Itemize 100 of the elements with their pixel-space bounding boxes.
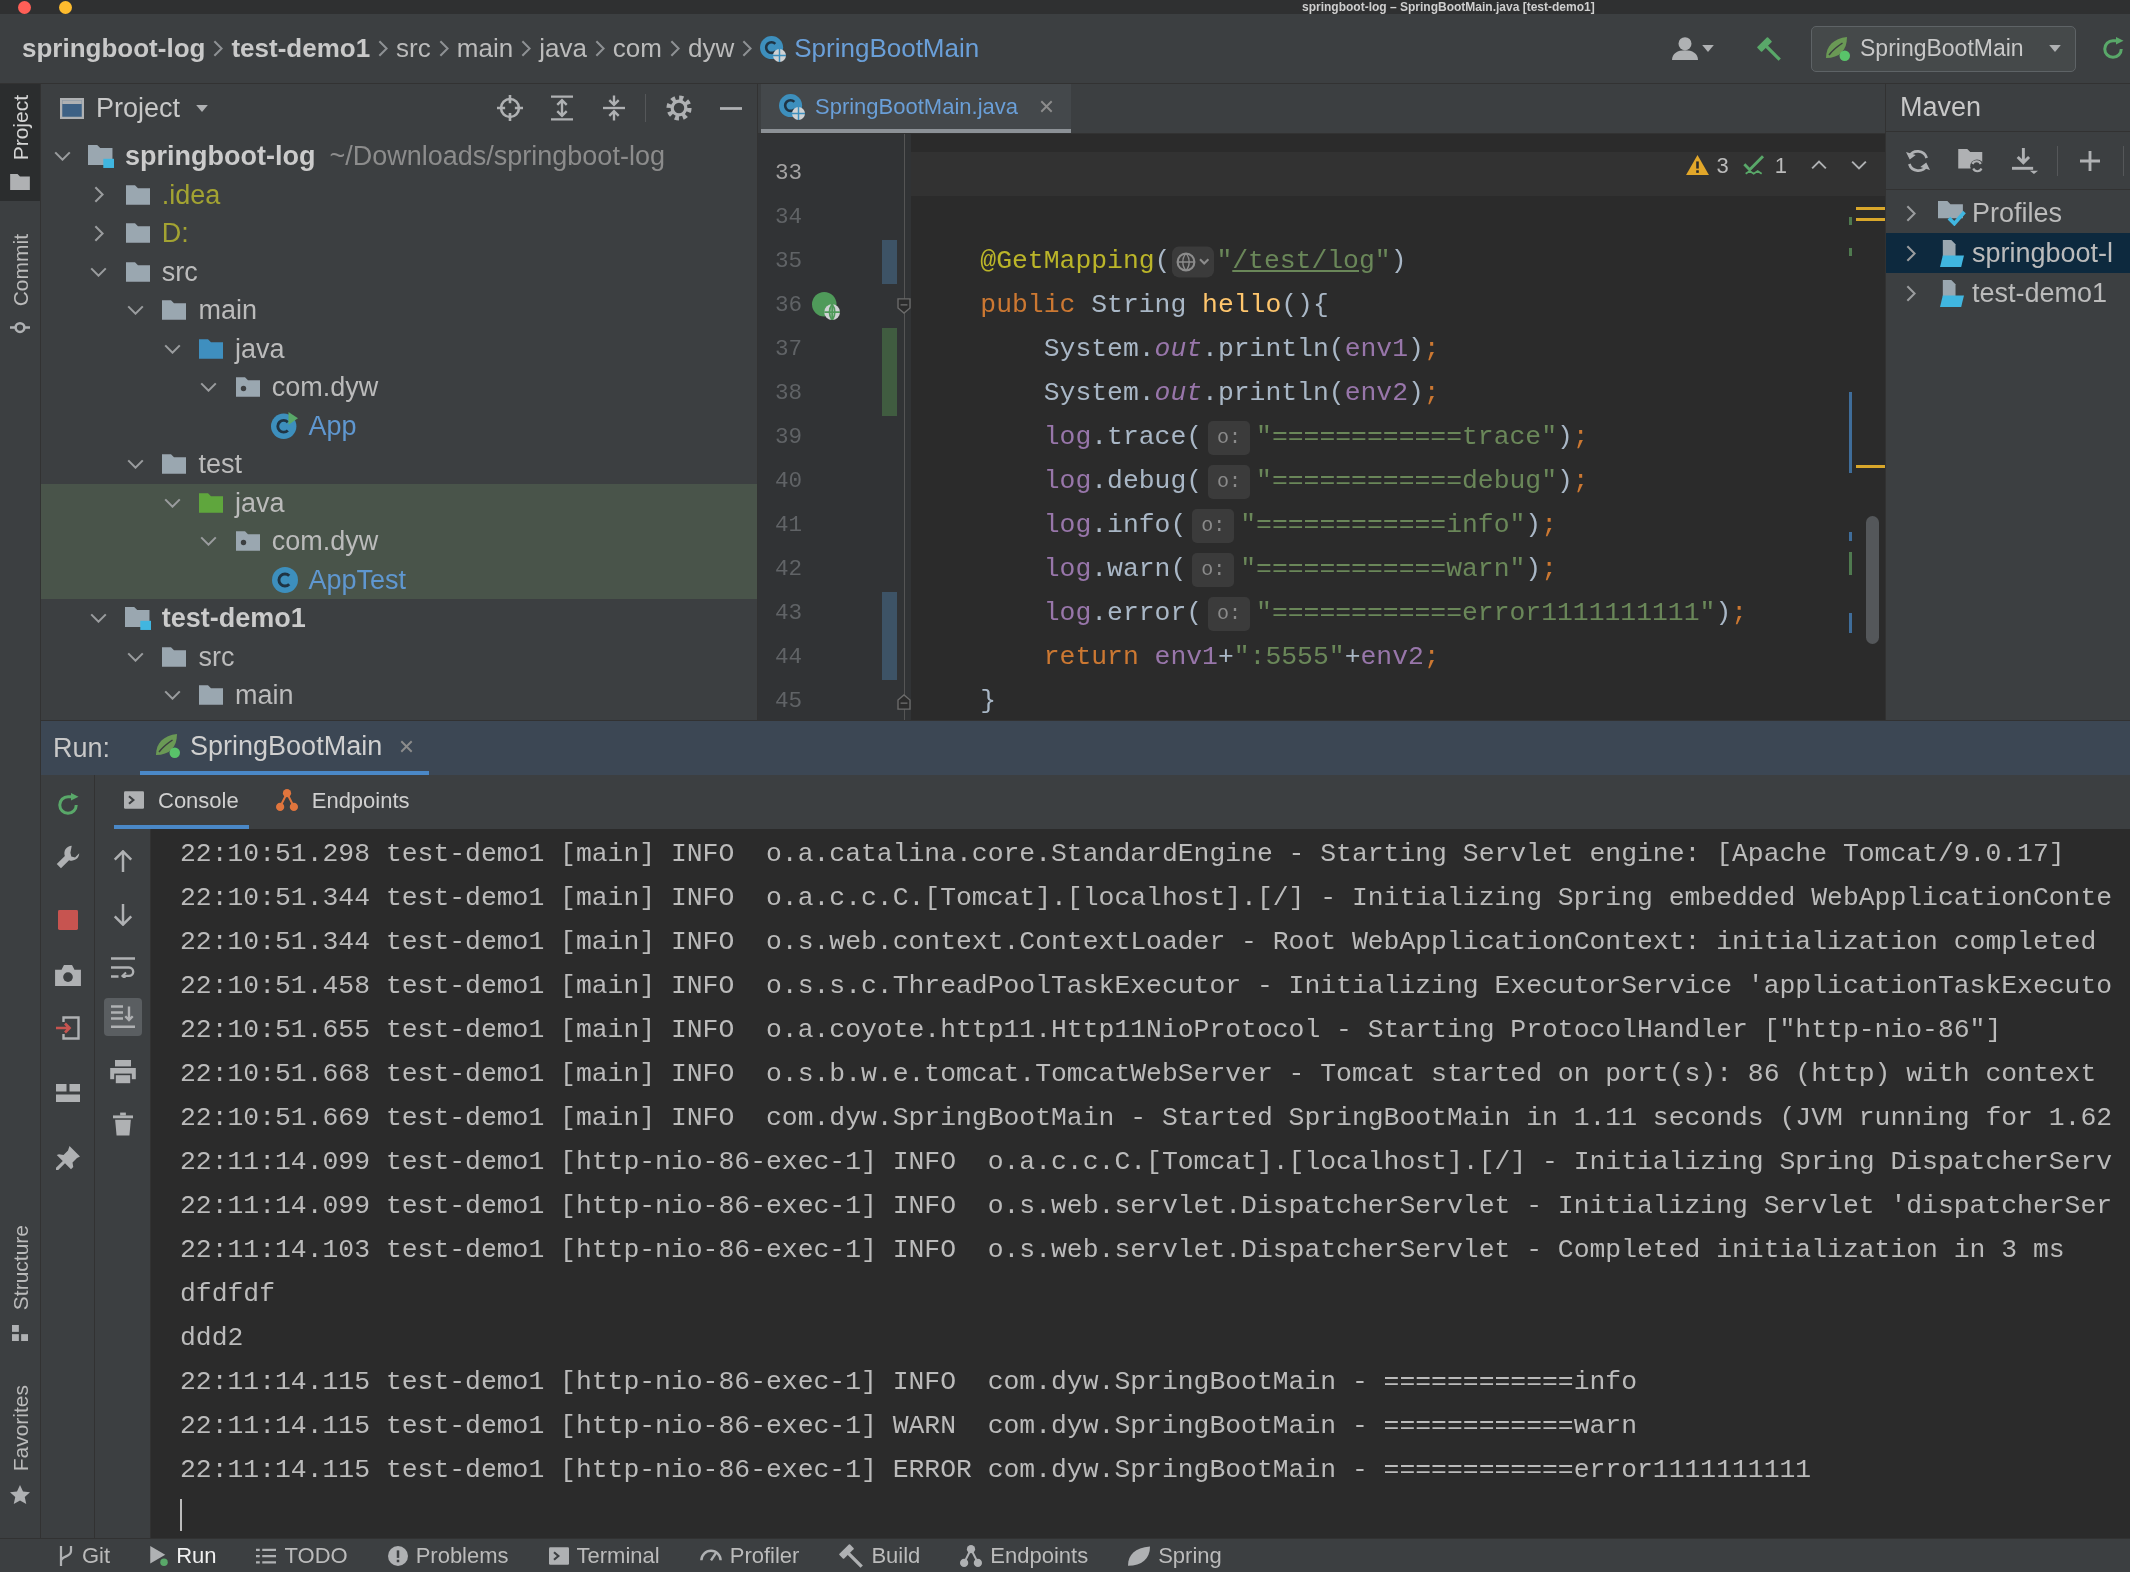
console-line: 22:10:51.344 test-demo1 [main] INFO o.s.web.context.ContextLoader - Root WebApplicationContext: initialization completed — [180, 926, 2097, 960]
tool-window-button[interactable]: Problems — [387, 1539, 509, 1572]
globe-dropdown-icon[interactable] — [1172, 246, 1215, 278]
exit-icon[interactable] — [55, 1016, 80, 1040]
tool-window-button[interactable]: Terminal — [548, 1539, 660, 1572]
pin-icon[interactable] — [55, 1146, 80, 1170]
rerun-icon[interactable] — [55, 793, 80, 817]
collapse-all-icon[interactable] — [603, 95, 625, 121]
breadcrumb[interactable]: com — [612, 29, 662, 68]
stop-icon[interactable] — [57, 910, 78, 930]
caret-icon[interactable] — [1702, 45, 1714, 52]
chevron-down-icon[interactable] — [1851, 160, 1867, 170]
tree-item[interactable]: .idea — [41, 175, 757, 214]
view-dropdown[interactable]: Project — [96, 87, 209, 129]
tree-item[interactable]: main — [41, 676, 757, 715]
expand-all-icon[interactable] — [551, 95, 573, 121]
folder-refresh-icon[interactable] — [1958, 148, 1984, 173]
chevron-down-icon[interactable] — [200, 382, 218, 393]
tool-window-button[interactable]: Structure — [0, 1214, 40, 1352]
fold-icon[interactable] — [897, 694, 911, 710]
run-tab[interactable]: SpringBootMain — [140, 721, 430, 775]
trash-icon[interactable] — [112, 1112, 133, 1136]
hammer-icon[interactable] — [1757, 36, 1781, 61]
chevron-up-icon[interactable] — [1811, 160, 1827, 170]
tool-window-button[interactable]: Favorites — [0, 1373, 40, 1516]
crosshair-icon[interactable] — [497, 95, 523, 121]
chevron-right-icon[interactable] — [93, 224, 104, 242]
tree-item[interactable]: java — [41, 329, 757, 368]
tree-item[interactable]: java — [41, 483, 757, 522]
tool-window-button[interactable]: Run — [150, 1539, 217, 1572]
tree-item[interactable]: main — [41, 291, 757, 330]
breadcrumb[interactable]: SpringBootMain — [760, 29, 980, 68]
chevron-down-icon[interactable] — [53, 151, 71, 162]
settings-icon[interactable] — [666, 95, 692, 121]
fold-icon[interactable] — [897, 298, 911, 314]
run-configuration-dropdown[interactable]: SpringBootMain — [1811, 25, 2076, 72]
close-icon[interactable] — [400, 739, 414, 753]
chevron-down-icon[interactable] — [126, 651, 144, 662]
chevron-down-icon[interactable] — [163, 497, 181, 508]
refresh-icon[interactable] — [1906, 148, 1930, 173]
tool-window-button[interactable]: Project — [0, 84, 40, 202]
chevron-down-icon[interactable] — [163, 690, 181, 701]
tree-item[interactable]: test-demo1 — [41, 599, 757, 638]
tree-item[interactable]: src — [41, 637, 757, 676]
breadcrumb[interactable]: main — [456, 29, 514, 68]
tool-window-button[interactable]: Profiler — [699, 1539, 800, 1572]
layout-icon[interactable] — [55, 1084, 80, 1102]
download-icon[interactable] — [2012, 147, 2038, 174]
warnings-button[interactable]: 3 — [1685, 148, 1729, 182]
editor-tab[interactable]: SpringBootMain.java — [761, 84, 1071, 133]
breadcrumb[interactable]: springboot-log — [22, 29, 206, 68]
breadcrumb[interactable]: test-demo1 — [231, 29, 371, 68]
wrench-icon[interactable] — [55, 845, 80, 869]
arrow-up-icon[interactable] — [112, 850, 133, 872]
printer-icon[interactable] — [109, 1060, 136, 1084]
tree-item[interactable]: App — [41, 406, 757, 445]
arrow-down-icon[interactable] — [112, 904, 133, 926]
scroll-to-end-button[interactable] — [103, 998, 142, 1036]
chevron-right-icon[interactable] — [93, 186, 104, 204]
chevron-down-icon[interactable] — [163, 343, 181, 354]
tool-window-button[interactable]: Spring — [1128, 1539, 1222, 1572]
chevron-down-icon[interactable] — [90, 613, 108, 624]
user-icon[interactable] — [1672, 37, 1698, 60]
tool-window-button[interactable]: Build — [839, 1539, 921, 1572]
console-line: 22:10:51.344 test-demo1 [main] INFO o.a.c.c.C.[Tomcat].[localhost].[/] - Initializing Spring embedded WebApplicationConte — [180, 882, 2113, 916]
weak-warnings-button[interactable]: 1 — [1742, 148, 1787, 182]
tree-item[interactable]: springboot-l — [1886, 233, 2130, 273]
tree-item[interactable]: src — [41, 252, 757, 291]
chevron-down-icon[interactable] — [126, 305, 144, 316]
circular-arrow-icon[interactable] — [2101, 36, 2125, 61]
tree-item[interactable]: D: — [41, 214, 757, 253]
close-window-icon[interactable] — [18, 0, 31, 14]
close-icon[interactable] — [1040, 100, 1053, 113]
chevron-right-icon[interactable] — [1906, 204, 1916, 222]
chevron-down-icon[interactable] — [200, 536, 218, 547]
camera-icon[interactable] — [54, 965, 81, 986]
tool-window-button[interactable]: Git — [58, 1539, 111, 1572]
chevron-down-icon[interactable] — [126, 459, 144, 470]
tool-window-button[interactable]: TODO — [256, 1539, 348, 1572]
tree-item[interactable]: test-demo1 — [1886, 273, 2130, 313]
breadcrumb[interactable]: dyw — [687, 29, 735, 68]
tree-item[interactable]: springboot-log ~/Downloads/springboot-log — [41, 137, 757, 176]
chevron-right-icon[interactable] — [1906, 284, 1916, 302]
chevron-down-icon[interactable] — [90, 266, 108, 277]
breadcrumb[interactable]: src — [396, 29, 431, 68]
plus-icon[interactable] — [2080, 150, 2100, 171]
scrollbar-thumb[interactable] — [1866, 516, 1879, 644]
tree-item[interactable]: com.dyw — [41, 522, 757, 561]
tool-window-button[interactable]: Commit — [0, 223, 40, 345]
soft-wrap-icon[interactable] — [110, 957, 135, 978]
tree-item[interactable]: com.dyw — [41, 368, 757, 407]
maven-module-icon — [1940, 239, 1964, 267]
tool-window-button[interactable]: Endpoints — [960, 1539, 1089, 1572]
chevron-right-icon[interactable] — [1906, 244, 1916, 262]
tree-item[interactable]: test — [41, 445, 757, 484]
breadcrumb[interactable]: java — [539, 29, 587, 68]
tree-item[interactable]: Profiles — [1886, 193, 2130, 233]
minimize-window-icon[interactable] — [59, 0, 72, 14]
minimize-icon[interactable] — [720, 106, 742, 110]
tab[interactable]: Endpoints — [265, 775, 420, 829]
